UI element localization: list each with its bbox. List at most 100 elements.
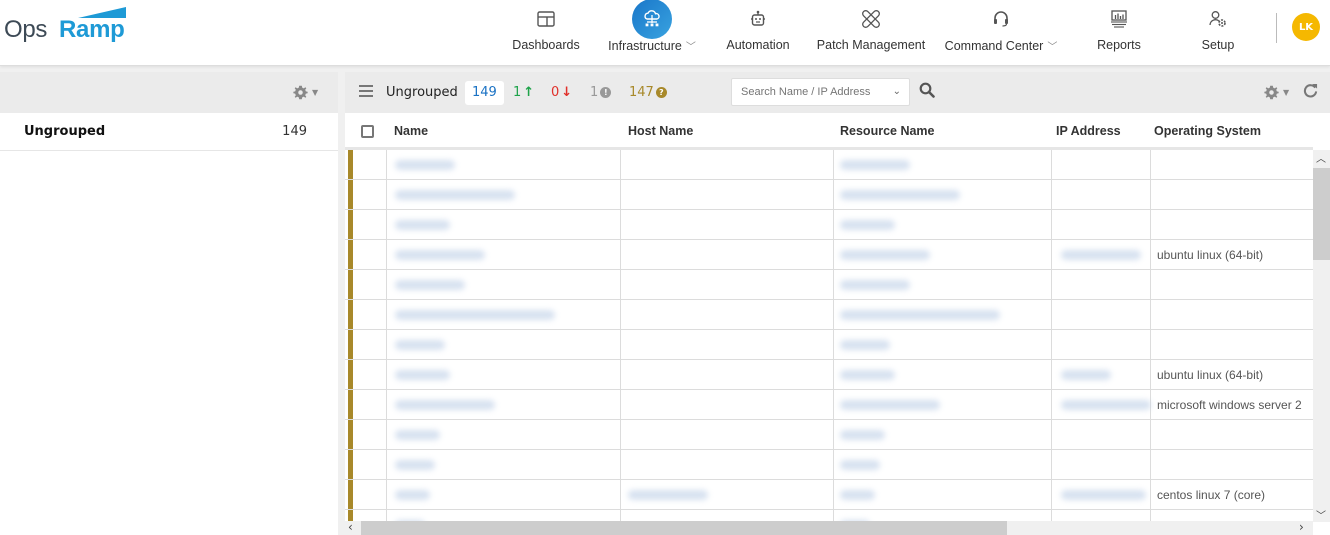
column-divider <box>1051 360 1052 390</box>
search-type-chevron-icon[interactable]: ⌄ <box>893 86 901 97</box>
column-divider <box>386 210 387 240</box>
column-divider <box>833 150 834 180</box>
undefined-count: 147 <box>629 85 654 100</box>
column-divider <box>1051 180 1052 210</box>
search-input[interactable] <box>741 86 881 98</box>
redacted-ip-address <box>1061 400 1151 410</box>
headset-icon <box>994 11 1008 27</box>
unknown-count-filter[interactable]: 1! <box>590 85 612 100</box>
column-divider <box>620 300 621 330</box>
robot-icon <box>751 10 765 26</box>
redacted-resource-name <box>840 310 1000 320</box>
vertical-scroll-thumb[interactable] <box>1313 168 1330 260</box>
undefined-count-filter[interactable]: 147? <box>629 85 667 100</box>
operating-system-cell: ubuntu linux (64-bit) <box>1157 248 1264 262</box>
table-row[interactable] <box>345 450 1313 480</box>
scroll-left-icon[interactable]: ‹ <box>348 520 353 534</box>
column-divider <box>833 180 834 210</box>
table-row[interactable] <box>345 330 1313 360</box>
column-header-name[interactable]: Name <box>394 124 428 138</box>
redacted-ip-address <box>1061 490 1146 500</box>
horizontal-scroll-thumb[interactable] <box>361 521 1007 535</box>
column-divider <box>833 480 834 510</box>
select-all-checkbox[interactable] <box>361 125 374 138</box>
table-row[interactable] <box>345 300 1313 330</box>
column-divider <box>833 300 834 330</box>
column-divider <box>620 420 621 450</box>
status-indicator <box>348 390 353 419</box>
search-button[interactable] <box>919 82 935 102</box>
redacted-name <box>395 340 445 350</box>
down-count-filter[interactable]: 0 ↓ <box>551 85 572 100</box>
table-row[interactable] <box>345 150 1313 180</box>
gear-icon <box>293 85 308 100</box>
redacted-name <box>395 280 465 290</box>
column-divider <box>1150 450 1151 480</box>
status-indicator <box>348 240 353 269</box>
column-divider <box>1150 360 1151 390</box>
column-divider <box>1051 270 1052 300</box>
grid-body: ubuntu linux (64-bit) ubuntu linux (64-bi… <box>345 150 1313 523</box>
redacted-resource-name <box>840 280 910 290</box>
nav-dashboards[interactable]: Dashboards <box>510 0 582 64</box>
horizontal-scrollbar[interactable]: ‹ › <box>345 520 1313 535</box>
column-header-resource-name[interactable]: Resource Name <box>840 124 935 138</box>
nav-infrastructure[interactable]: Infrastructure ﹀ <box>602 0 702 64</box>
user-gear-icon <box>1209 11 1226 27</box>
nav-label: Setup <box>1201 38 1235 52</box>
column-divider <box>1051 300 1052 330</box>
column-divider <box>620 330 621 360</box>
column-divider <box>1150 300 1151 330</box>
vertical-scrollbar[interactable]: ︿ ﹀ <box>1313 150 1330 522</box>
redacted-name <box>395 310 555 320</box>
table-row[interactable]: ubuntu linux (64-bit) <box>345 360 1313 390</box>
table-row[interactable] <box>345 180 1313 210</box>
column-divider <box>386 240 387 270</box>
user-avatar[interactable]: LK <box>1292 13 1320 41</box>
redacted-resource-name <box>840 430 885 440</box>
column-divider <box>833 330 834 360</box>
column-header-operating-system[interactable]: Operating System <box>1154 124 1261 138</box>
logo-text-ops: Ops <box>4 16 48 43</box>
table-row[interactable]: ubuntu linux (64-bit) <box>345 240 1313 270</box>
nav-divider <box>1276 13 1277 43</box>
redacted-resource-name <box>840 250 930 260</box>
menu-icon[interactable] <box>359 85 373 97</box>
column-divider <box>1150 480 1151 510</box>
column-divider <box>620 150 621 180</box>
redacted-resource-name <box>840 400 940 410</box>
nav-reports[interactable]: Reports <box>1090 0 1148 64</box>
column-divider <box>1150 210 1151 240</box>
nav-label: Patch Management <box>816 38 926 52</box>
column-divider <box>620 360 621 390</box>
refresh-button[interactable] <box>1303 83 1318 102</box>
search-field[interactable]: ⌄ <box>731 78 910 106</box>
up-count-filter[interactable]: 1 ↑ <box>513 85 534 100</box>
table-row[interactable]: microsoft windows server 2 <box>345 390 1313 420</box>
table-row[interactable] <box>345 420 1313 450</box>
redacted-ip-address <box>1061 370 1111 380</box>
status-indicator <box>348 420 353 449</box>
column-divider <box>620 240 621 270</box>
scroll-right-icon[interactable]: › <box>1299 520 1304 534</box>
nav-setup[interactable]: Setup <box>1192 0 1244 64</box>
column-header-ip-address[interactable]: IP Address <box>1056 124 1121 138</box>
group-settings-dropdown[interactable]: ▼ <box>293 85 318 100</box>
column-header-host-name[interactable]: Host Name <box>628 124 693 138</box>
resource-grid: Name Host Name Resource Name IP Address … <box>345 113 1313 523</box>
redacted-resource-name <box>840 160 910 170</box>
caret-down-icon: ▼ <box>1283 88 1290 97</box>
scroll-up-icon[interactable]: ︿ <box>1316 150 1326 165</box>
scroll-down-icon[interactable]: ﹀ <box>1316 507 1326 522</box>
table-row[interactable]: centos linux 7 (core) <box>345 480 1313 510</box>
column-divider <box>386 330 387 360</box>
nav-command-center[interactable]: Command Center ﹀ <box>942 0 1060 64</box>
table-row[interactable] <box>345 210 1313 240</box>
grid-settings-dropdown[interactable]: ▼ <box>1264 85 1289 100</box>
group-item-ungrouped[interactable]: Ungrouped 149 <box>0 113 338 151</box>
column-divider <box>833 210 834 240</box>
table-row[interactable] <box>345 270 1313 300</box>
total-count-filter[interactable]: 149 <box>465 81 504 105</box>
nav-patch-management[interactable]: Patch Management <box>815 0 927 64</box>
nav-automation[interactable]: Automation <box>722 0 794 64</box>
